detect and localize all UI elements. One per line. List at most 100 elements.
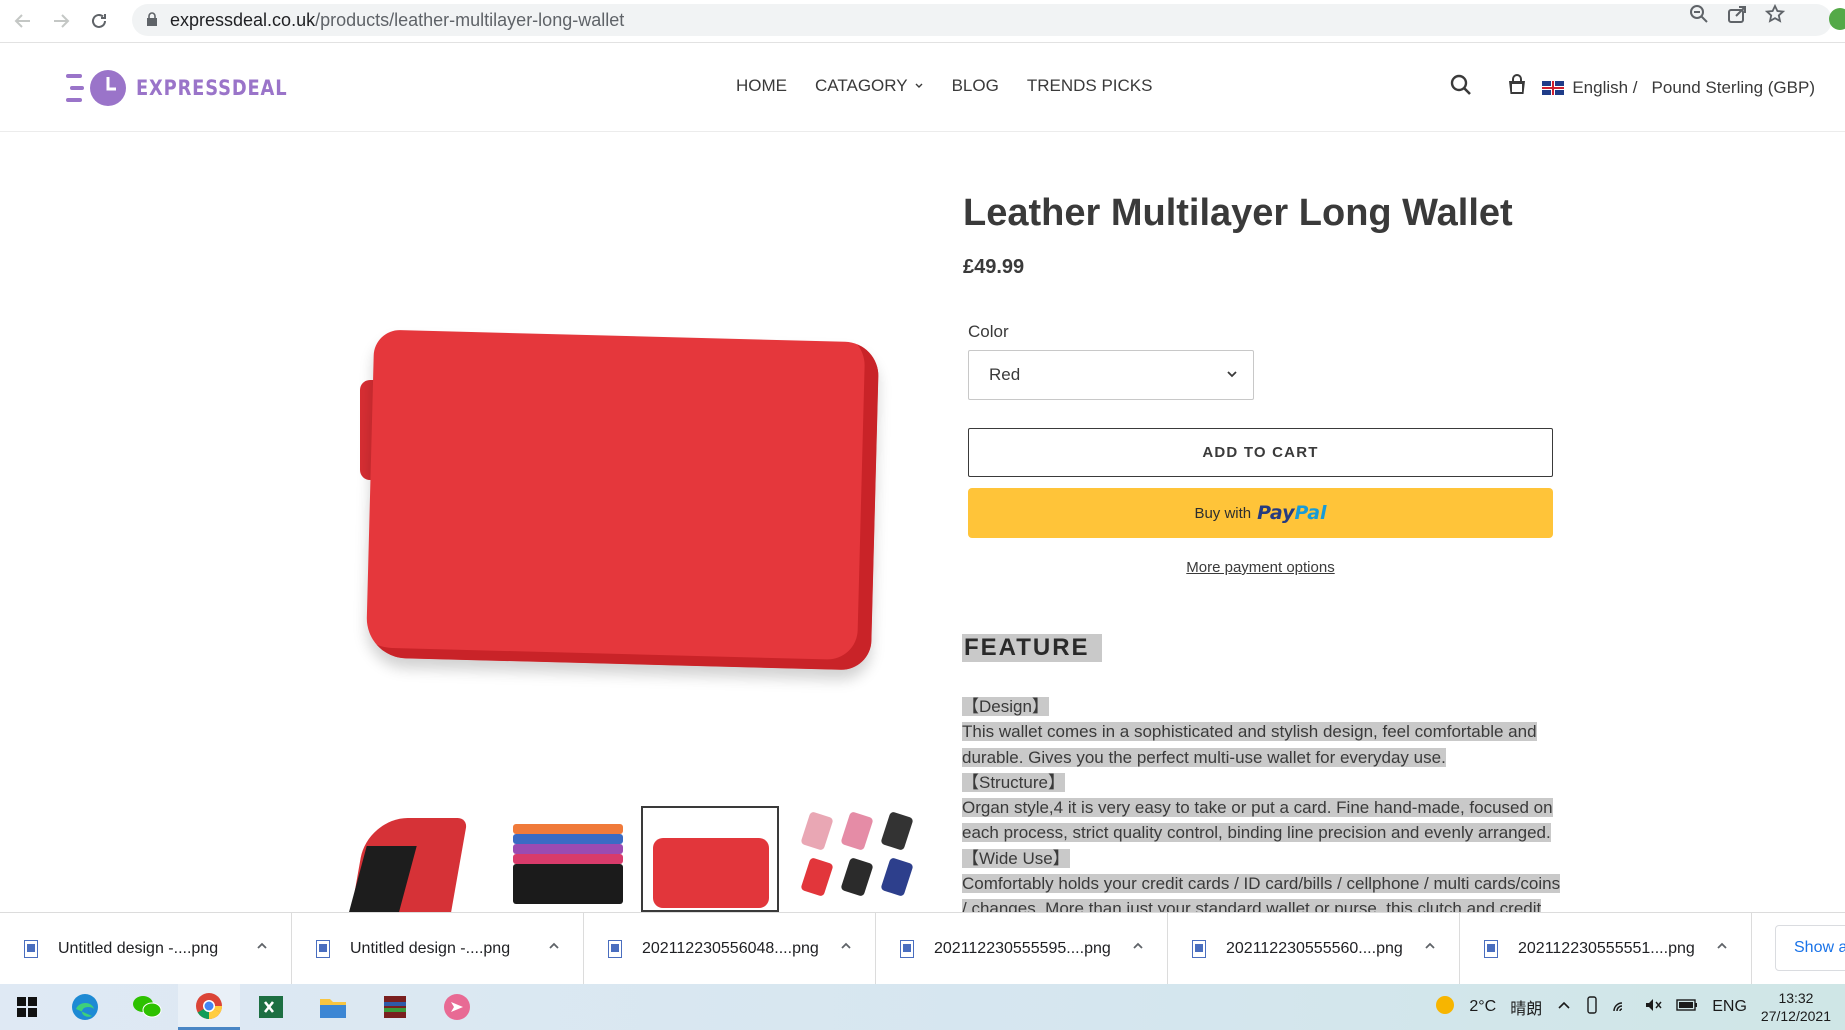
windows-start-icon[interactable] (0, 984, 54, 1030)
product-price: £49.99 (963, 256, 1025, 278)
more-payment-options-link[interactable]: More payment options (968, 559, 1553, 576)
address-bar[interactable]: expressdeal.co.uk/products/leather-multi… (132, 4, 1832, 36)
product-description: 【Design】 This wallet comes in a sophisti… (962, 694, 1562, 922)
wechat-icon[interactable] (116, 984, 178, 1030)
nav-trends-picks[interactable]: TRENDS PICKS (1027, 76, 1153, 96)
lock-icon (146, 10, 158, 31)
share-icon[interactable] (1727, 4, 1747, 29)
chevron-up-icon[interactable] (547, 939, 561, 953)
header-actions: English / Pound Sterling (GBP) (1450, 74, 1815, 101)
color-label: Color (968, 322, 1009, 341)
back-button[interactable] (8, 6, 38, 36)
show-all-downloads-button[interactable]: Show all (1775, 925, 1845, 971)
image-file-icon (316, 939, 330, 958)
battery-icon[interactable] (1676, 998, 1698, 1016)
chevron-up-icon[interactable] (1131, 939, 1145, 953)
chrome-icon[interactable] (178, 984, 240, 1030)
bookmark-star-icon[interactable] (1764, 3, 1786, 29)
winrar-icon[interactable] (364, 984, 426, 1030)
image-file-icon (608, 939, 622, 958)
download-filename: Untitled design -....png (350, 939, 511, 957)
add-to-cart-button[interactable]: ADD TO CART (968, 428, 1553, 477)
chevron-down-icon (915, 83, 923, 88)
image-file-icon (1192, 939, 1206, 958)
browser-toolbar: expressdeal.co.uk/products/leather-multi… (0, 0, 1845, 43)
reload-button[interactable] (84, 6, 114, 36)
excel-icon[interactable] (240, 984, 302, 1030)
download-filename: Untitled design -....png (58, 939, 219, 957)
wifi-icon[interactable] (1612, 997, 1630, 1018)
chevron-up-icon[interactable] (1715, 939, 1729, 953)
logo-text: EXPRESSDEAL (136, 76, 288, 100)
windows-taskbar: 2°C 晴朗 ENG 13:32 27/12/2021 (0, 984, 1845, 1030)
input-language[interactable]: ENG (1712, 998, 1747, 1016)
system-clock[interactable]: 13:32 27/12/2021 (1761, 989, 1831, 1025)
chevron-up-icon[interactable] (1423, 939, 1437, 953)
logo-clock-icon (66, 70, 126, 106)
download-item[interactable]: 202112230556048....png (584, 912, 876, 985)
clock-time: 13:32 (1778, 990, 1814, 1006)
desc-line: durable. Gives you the perfect multi-use… (962, 747, 1446, 767)
usb-device-icon[interactable] (1586, 995, 1598, 1019)
chevron-up-icon[interactable] (1556, 997, 1572, 1018)
desc-line: each process, strict quality control, bi… (962, 823, 1551, 843)
clock-date: 27/12/2021 (1760, 1008, 1831, 1024)
thumbnail-2[interactable] (487, 806, 632, 912)
system-tray: 2°C 晴朗 ENG 13:32 27/12/2021 (1435, 984, 1845, 1030)
search-icon[interactable] (1450, 74, 1472, 101)
pink-app-icon[interactable] (426, 984, 488, 1030)
site-header: EXPRESSDEAL HOME CATAGORY BLOG TRENDS PI… (0, 44, 1845, 132)
weather-temperature[interactable]: 2°C (1469, 998, 1496, 1016)
download-filename: 202112230555560....png (1226, 939, 1403, 957)
weather-sun-icon (1435, 995, 1455, 1020)
profile-avatar[interactable] (1829, 8, 1845, 30)
forward-button[interactable] (46, 6, 76, 36)
chevron-up-icon[interactable] (255, 939, 269, 953)
nav-home[interactable]: HOME (736, 76, 787, 96)
desc-line: Organ style,4 it is very easy to take or… (962, 798, 1553, 818)
desc-line: 【Wide Use】 (962, 848, 1070, 868)
download-item[interactable]: Untitled design -....png (292, 912, 584, 985)
edge-browser-icon[interactable] (54, 984, 116, 1030)
thumbnail-4[interactable] (787, 806, 932, 912)
uk-flag-icon (1542, 80, 1565, 95)
omnibox-actions (1689, 3, 1786, 29)
zoom-icon[interactable] (1689, 4, 1709, 29)
chevron-up-icon[interactable] (839, 939, 853, 953)
url-host: expressdeal.co.uk (170, 9, 316, 30)
nav-category[interactable]: CATAGORY (815, 76, 924, 96)
download-filename: 202112230555551....png (1518, 939, 1695, 957)
main-nav: HOME CATAGORY BLOG TRENDS PICKS (736, 76, 1152, 96)
file-explorer-icon[interactable] (302, 984, 364, 1030)
language-selector[interactable]: English / (1542, 78, 1638, 98)
download-filename: 202112230555595....png (934, 939, 1111, 957)
desc-line: Comfortably holds your credit cards / ID… (962, 874, 1561, 894)
desc-line: 【Structure】 (962, 772, 1065, 792)
image-file-icon (24, 939, 38, 958)
download-item[interactable]: 202112230555551....png (1460, 912, 1752, 985)
download-item[interactable]: 202112230555595....png (876, 912, 1168, 985)
color-select[interactable]: Red (968, 350, 1254, 400)
download-item[interactable]: 202112230555560....png (1168, 912, 1460, 985)
paypal-button[interactable]: Buy with PayPal (968, 488, 1553, 538)
site-logo[interactable]: EXPRESSDEAL (64, 68, 314, 108)
wallet-image (365, 329, 880, 671)
product-title: Leather Multilayer Long Wallet (963, 192, 1513, 234)
thumbnail-1[interactable] (342, 806, 487, 912)
image-file-icon (900, 939, 914, 958)
nav-blog[interactable]: BLOG (952, 76, 999, 96)
download-item[interactable]: Untitled design -....png (0, 912, 292, 985)
image-file-icon (1484, 939, 1498, 958)
currency-selector[interactable]: Pound Sterling (GBP) (1652, 78, 1815, 98)
paypal-logo: PayPal (1257, 502, 1327, 524)
weather-description[interactable]: 晴朗 (1510, 995, 1542, 1019)
url-path: /products/leather-multilayer-long-wallet (315, 9, 625, 30)
cart-icon[interactable] (1506, 74, 1528, 101)
paypal-prefix: Buy with (1194, 504, 1252, 522)
feature-heading: FEATURE (962, 634, 1102, 662)
thumbnail-strip (342, 806, 932, 912)
thumbnail-3-selected[interactable] (640, 806, 779, 912)
speaker-muted-icon[interactable] (1644, 997, 1662, 1018)
desc-line: This wallet comes in a sophisticated and… (962, 722, 1537, 742)
download-filename: 202112230556048....png (642, 939, 819, 957)
